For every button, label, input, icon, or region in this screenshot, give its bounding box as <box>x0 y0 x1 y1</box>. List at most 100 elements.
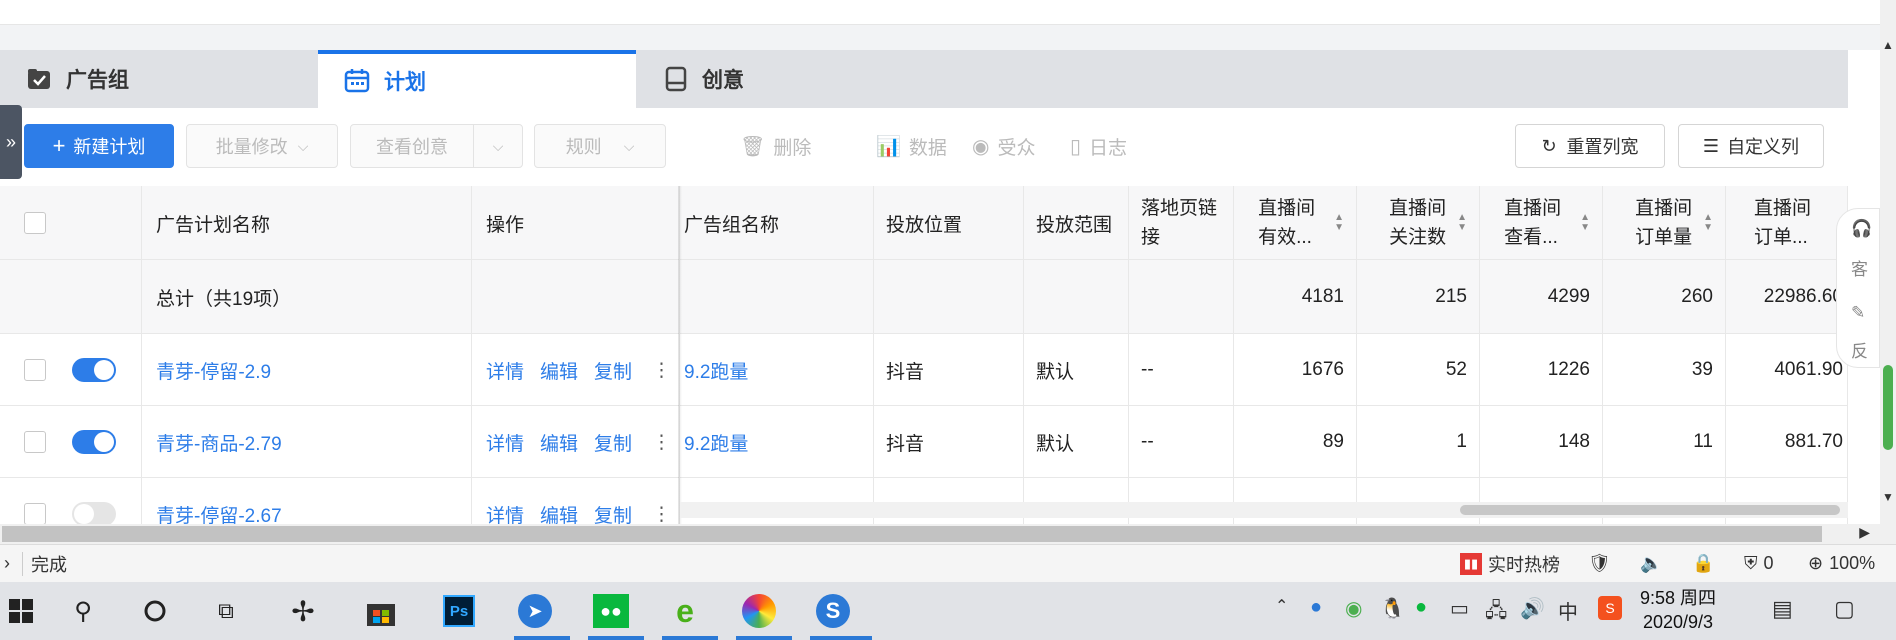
detail-link[interactable]: 详情 <box>486 429 524 456</box>
col-c5[interactable]: 直播间订单... <box>1726 186 1848 260</box>
row-status-toggle[interactable] <box>72 430 116 454</box>
col-c4[interactable]: 直播间订单量 ▲ ▼ <box>1603 186 1726 260</box>
row-status-toggle[interactable] <box>72 502 116 524</box>
more-options-icon[interactable]: ⋮ <box>652 431 671 454</box>
search-icon[interactable]: ⚲ <box>62 590 104 632</box>
row-status-toggle[interactable] <box>72 358 116 382</box>
row-c3: 1226 <box>1480 334 1603 406</box>
scrollbar-thumb[interactable] <box>1460 505 1840 515</box>
hot-list-button[interactable]: ▮▮ 实时热榜 <box>1460 551 1560 577</box>
ime-indicator[interactable]: 中 <box>1558 596 1578 625</box>
sogou-browser-icon[interactable]: S <box>812 590 854 632</box>
feedback-label[interactable]: 反 <box>1851 337 1868 362</box>
cortana-icon[interactable] <box>134 590 176 632</box>
pinwheel-app-icon[interactable]: ✢ <box>282 590 324 632</box>
scrollbar-thumb[interactable] <box>2 526 1822 542</box>
windows-start-icon[interactable] <box>0 590 42 632</box>
col-range[interactable]: 投放范围 <box>1024 186 1129 260</box>
feedback-icon[interactable]: ✎ <box>1851 303 1865 323</box>
qq-icon[interactable]: 🐧 <box>1380 596 1405 621</box>
speaker-icon[interactable]: 🔈 <box>1640 553 1662 574</box>
view-creative-dropdown[interactable]: ⌵ <box>473 124 523 168</box>
detail-link[interactable]: 详情 <box>486 357 524 384</box>
photoshop-icon[interactable]: Ps <box>438 590 480 632</box>
batch-edit-button[interactable]: 批量修改 ⌵ <box>186 124 338 168</box>
chevron-up-icon[interactable]: ⌃ <box>1275 596 1288 616</box>
scrollbar-thumb[interactable] <box>1883 365 1893 450</box>
delete-button[interactable]: 🗑 删除 <box>740 124 811 168</box>
headset-icon[interactable]: 🎧 <box>1851 219 1872 239</box>
more-options-icon[interactable]: ⋮ <box>652 359 671 382</box>
select-all-checkbox[interactable] <box>24 212 46 234</box>
scroll-up-arrow-icon[interactable]: ▲ <box>1882 38 1894 52</box>
row-group[interactable]: 9.2跑量 <box>680 406 874 478</box>
page-horizontal-scrollbar[interactable]: ▶ <box>0 524 1880 544</box>
col-landing[interactable]: 落地页链接 <box>1129 186 1234 260</box>
row-plan-name[interactable]: 青芽-商品-2.79 <box>142 406 472 478</box>
sort-icon[interactable]: ▲ ▼ <box>1457 213 1467 233</box>
row-checkbox[interactable] <box>24 359 46 381</box>
col-c3[interactable]: 直播间查看... ▲ ▼ <box>1480 186 1603 260</box>
lock-icon[interactable]: 🔒 <box>1692 553 1714 574</box>
wechat-tray-icon[interactable]: ● <box>1415 596 1427 619</box>
reset-columns-button[interactable]: ↻ 重置列宽 <box>1515 124 1665 168</box>
audience-button[interactable]: ◉ 受众 <box>972 124 1035 168</box>
system-clock[interactable]: 9:58 周四 2020/9/3 <box>1640 586 1716 634</box>
table-horizontal-scrollbar[interactable] <box>680 502 1848 518</box>
log-button[interactable]: ▯ 日志 <box>1070 124 1127 168</box>
row-checkbox[interactable] <box>24 503 46 524</box>
row-plan-name[interactable]: 青芽-停留-2.9 <box>142 334 472 406</box>
copy-link[interactable]: 复制 <box>594 357 632 384</box>
feishu-icon[interactable]: ➤ <box>514 590 556 632</box>
expand-sidebar-button[interactable]: » <box>0 105 22 179</box>
more-options-icon[interactable]: ⋮ <box>652 503 671 525</box>
tab-ad-group[interactable]: 广告组 <box>0 50 318 108</box>
colorful-app-icon[interactable] <box>738 590 780 632</box>
sort-icon[interactable]: ▲ ▼ <box>1334 213 1344 233</box>
col-c1[interactable]: 直播间有效... ▲ ▼ <box>1234 186 1357 260</box>
battery-icon[interactable]: ▭ <box>1450 596 1469 621</box>
sogou-ime-icon[interactable]: S <box>1598 596 1622 620</box>
zoom-button[interactable]: ⊕ 100% <box>1808 553 1875 574</box>
task-view-icon[interactable]: ⧉ <box>205 590 247 632</box>
notification-icon[interactable]: ▢ <box>1834 596 1855 622</box>
col-group-name[interactable]: 广告组名称 <box>680 186 874 260</box>
edit-link[interactable]: 编辑 <box>540 429 578 456</box>
col-plan-name[interactable]: 广告计划名称 <box>142 186 472 260</box>
scroll-right-arrow-icon[interactable]: ▶ <box>1859 524 1870 541</box>
row-plan-name[interactable]: 青芽-停留-2.67 <box>142 478 472 524</box>
volume-icon[interactable]: 🔊 <box>1520 596 1545 621</box>
store-icon[interactable] <box>360 590 402 632</box>
scroll-down-arrow-icon[interactable]: ▼ <box>1882 490 1894 504</box>
new-plan-button[interactable]: + 新建计划 <box>24 124 174 168</box>
copy-link[interactable]: 复制 <box>594 429 632 456</box>
edit-link[interactable]: 编辑 <box>540 501 578 525</box>
wechat-icon[interactable]: ●● <box>590 590 632 632</box>
view-creative-button[interactable]: 查看创意 <box>350 124 474 168</box>
network-icon[interactable]: 🖧 <box>1485 596 1507 630</box>
copy-link[interactable]: 复制 <box>594 501 632 525</box>
row-checkbox[interactable] <box>24 431 46 453</box>
custom-columns-button[interactable]: ☰ 自定义列 <box>1678 124 1824 168</box>
tab-creative[interactable]: 创意 <box>636 50 954 108</box>
page-vertical-scrollbar[interactable]: ▲ ▼ <box>1880 0 1896 544</box>
adblock-button[interactable]: ⛨ 0 <box>1744 553 1774 574</box>
shield-check-icon[interactable]: 🛡 <box>1588 553 1611 574</box>
feishu-tray-icon[interactable]: ● <box>1310 596 1322 619</box>
detail-link[interactable]: 详情 <box>486 501 524 525</box>
col-placement[interactable]: 投放位置 <box>874 186 1024 260</box>
sort-icon[interactable]: ▲ ▼ <box>1580 213 1590 233</box>
ie-browser-icon[interactable]: e <box>664 590 706 632</box>
chevron-right-icon[interactable]: › <box>4 553 10 574</box>
row-group[interactable]: 9.2跑量 <box>680 334 874 406</box>
service-label[interactable]: 客 <box>1851 255 1868 280</box>
rules-button[interactable]: 规则 ⌵ <box>534 124 666 168</box>
notes-icon[interactable]: ▤ <box>1772 596 1793 622</box>
data-button[interactable]: 📊 数据 <box>876 124 947 168</box>
sort-icon[interactable]: ▲ ▼ <box>1703 213 1713 233</box>
col-c2[interactable]: 直播间关注数 ▲ ▼ <box>1357 186 1480 260</box>
tab-plan[interactable]: 计划 <box>318 50 636 108</box>
active-indicator <box>662 636 718 640</box>
tray-app-icon[interactable]: ◉ <box>1345 596 1362 621</box>
edit-link[interactable]: 编辑 <box>540 357 578 384</box>
